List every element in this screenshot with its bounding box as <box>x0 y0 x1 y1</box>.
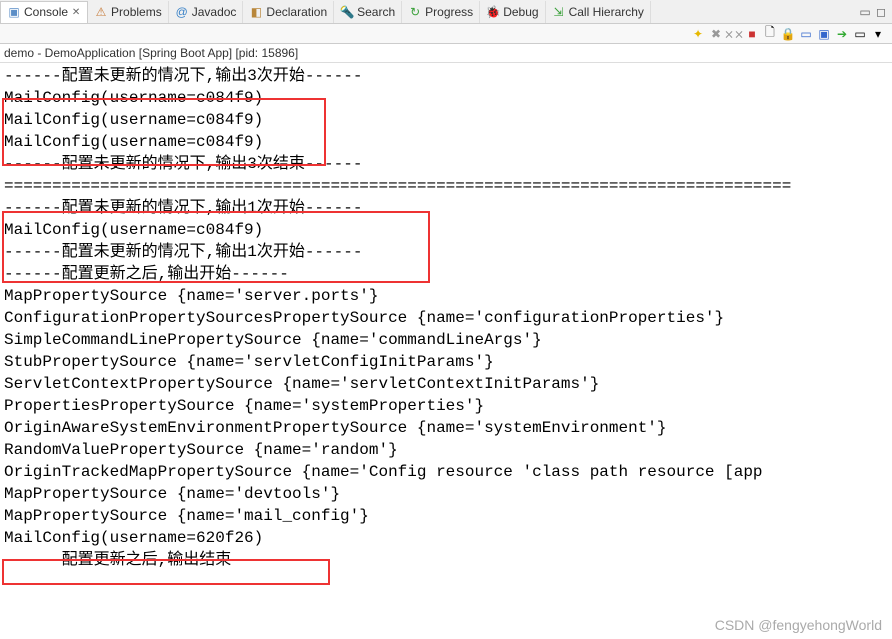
console-output[interactable]: ------配置未更新的情况下,输出3次开始------MailConfig(u… <box>0 63 892 573</box>
console-line: ------配置未更新的情况下,输出1次开始------ <box>4 197 888 219</box>
tab-label: Javadoc <box>192 5 237 19</box>
tab-label: Search <box>357 5 395 19</box>
tab-problems[interactable]: ⚠ Problems <box>88 1 169 23</box>
console-line: MailConfig(username=620f26) <box>4 527 888 549</box>
console-line: RandomValuePropertySource {name='random'… <box>4 439 888 461</box>
search-icon: 🔦 <box>340 5 354 19</box>
console-line: ------配置未更新的情况下,输出1次开始------ <box>4 241 888 263</box>
console-line: MapPropertySource {name='server.ports'} <box>4 285 888 307</box>
tab-debug[interactable]: 🐞 Debug <box>480 1 545 23</box>
close-icon[interactable]: ✕ <box>71 7 81 17</box>
javadoc-icon: @ <box>175 5 189 19</box>
console-line: ------配置未更新的情况下,输出3次开始------ <box>4 65 888 87</box>
console-line: MailConfig(username=c084f9) <box>4 87 888 109</box>
debug-icon: 🐞 <box>486 5 500 19</box>
console-line: ------配置更新之后,输出结束------ <box>4 549 888 571</box>
clear-console-icon[interactable]: 🗋 <box>762 26 778 42</box>
tab-console[interactable]: ▣ Console ✕ <box>0 1 88 23</box>
tab-label: Progress <box>425 5 473 19</box>
console-icon: ▣ <box>7 5 21 19</box>
remove-all-icon[interactable]: ⨯⨯ <box>726 26 742 42</box>
console-line: MailConfig(username=c084f9) <box>4 131 888 153</box>
tab-call-hierarchy[interactable]: ⇲ Call Hierarchy <box>546 1 651 23</box>
console-line: MapPropertySource {name='mail_config'} <box>4 505 888 527</box>
scroll-lock-icon[interactable]: 🔒 <box>780 26 796 42</box>
console-line: MailConfig(username=c084f9) <box>4 219 888 241</box>
console-line: ------配置未更新的情况下,输出3次结束------ <box>4 153 888 175</box>
console-line: MapPropertySource {name='devtools'} <box>4 483 888 505</box>
watermark: CSDN @fengyehongWorld <box>715 617 882 633</box>
display-selected-icon[interactable]: ▣ <box>816 26 832 42</box>
tab-label: Debug <box>503 5 538 19</box>
console-line: OriginAwareSystemEnvironmentPropertySour… <box>4 417 888 439</box>
tab-progress[interactable]: ↻ Progress <box>402 1 480 23</box>
tab-label: Call Hierarchy <box>569 5 644 19</box>
pin-icon[interactable]: ✦ <box>690 26 706 42</box>
console-toolbar: ✦ ✖ ⨯⨯ ■ 🗋 🔒 ▭ ▣ ➔ ▭ ▾ <box>0 24 892 44</box>
console-line: StubPropertySource {name='servletConfigI… <box>4 351 888 373</box>
show-console-icon[interactable]: ▭ <box>798 26 814 42</box>
console-header: demo - DemoApplication [Spring Boot App]… <box>0 44 892 63</box>
new-console-icon[interactable]: ▭ <box>852 26 868 42</box>
minimize-icon[interactable]: ▭ <box>858 5 872 19</box>
open-console-icon[interactable]: ➔ <box>834 26 850 42</box>
tab-declaration[interactable]: ◧ Declaration <box>243 1 334 23</box>
progress-icon: ↻ <box>408 5 422 19</box>
tab-label: Problems <box>111 5 162 19</box>
call-hierarchy-icon: ⇲ <box>552 5 566 19</box>
console-line: MailConfig(username=c084f9) <box>4 109 888 131</box>
console-menu-icon[interactable]: ▾ <box>870 26 886 42</box>
tab-label: Console <box>24 5 68 19</box>
maximize-icon[interactable]: ◻ <box>874 5 888 19</box>
console-line: ------配置更新之后,输出开始------ <box>4 263 888 285</box>
tab-search[interactable]: 🔦 Search <box>334 1 402 23</box>
console-line: SimpleCommandLinePropertySource {name='c… <box>4 329 888 351</box>
remove-launch-icon[interactable]: ✖ <box>708 26 724 42</box>
console-line: ========================================… <box>4 175 888 197</box>
views-tab-bar: ▣ Console ✕ ⚠ Problems @ Javadoc ◧ Decla… <box>0 0 892 24</box>
window-controls: ▭ ◻ <box>858 5 892 19</box>
problems-icon: ⚠ <box>94 5 108 19</box>
tab-javadoc[interactable]: @ Javadoc <box>169 1 244 23</box>
console-line: PropertiesPropertySource {name='systemPr… <box>4 395 888 417</box>
console-line: ServletContextPropertySource {name='serv… <box>4 373 888 395</box>
console-line: ConfigurationPropertySourcesPropertySour… <box>4 307 888 329</box>
declaration-icon: ◧ <box>249 5 263 19</box>
tab-label: Declaration <box>266 5 327 19</box>
terminate-icon[interactable]: ■ <box>744 26 760 42</box>
console-line: OriginTrackedMapPropertySource {name='Co… <box>4 461 888 483</box>
